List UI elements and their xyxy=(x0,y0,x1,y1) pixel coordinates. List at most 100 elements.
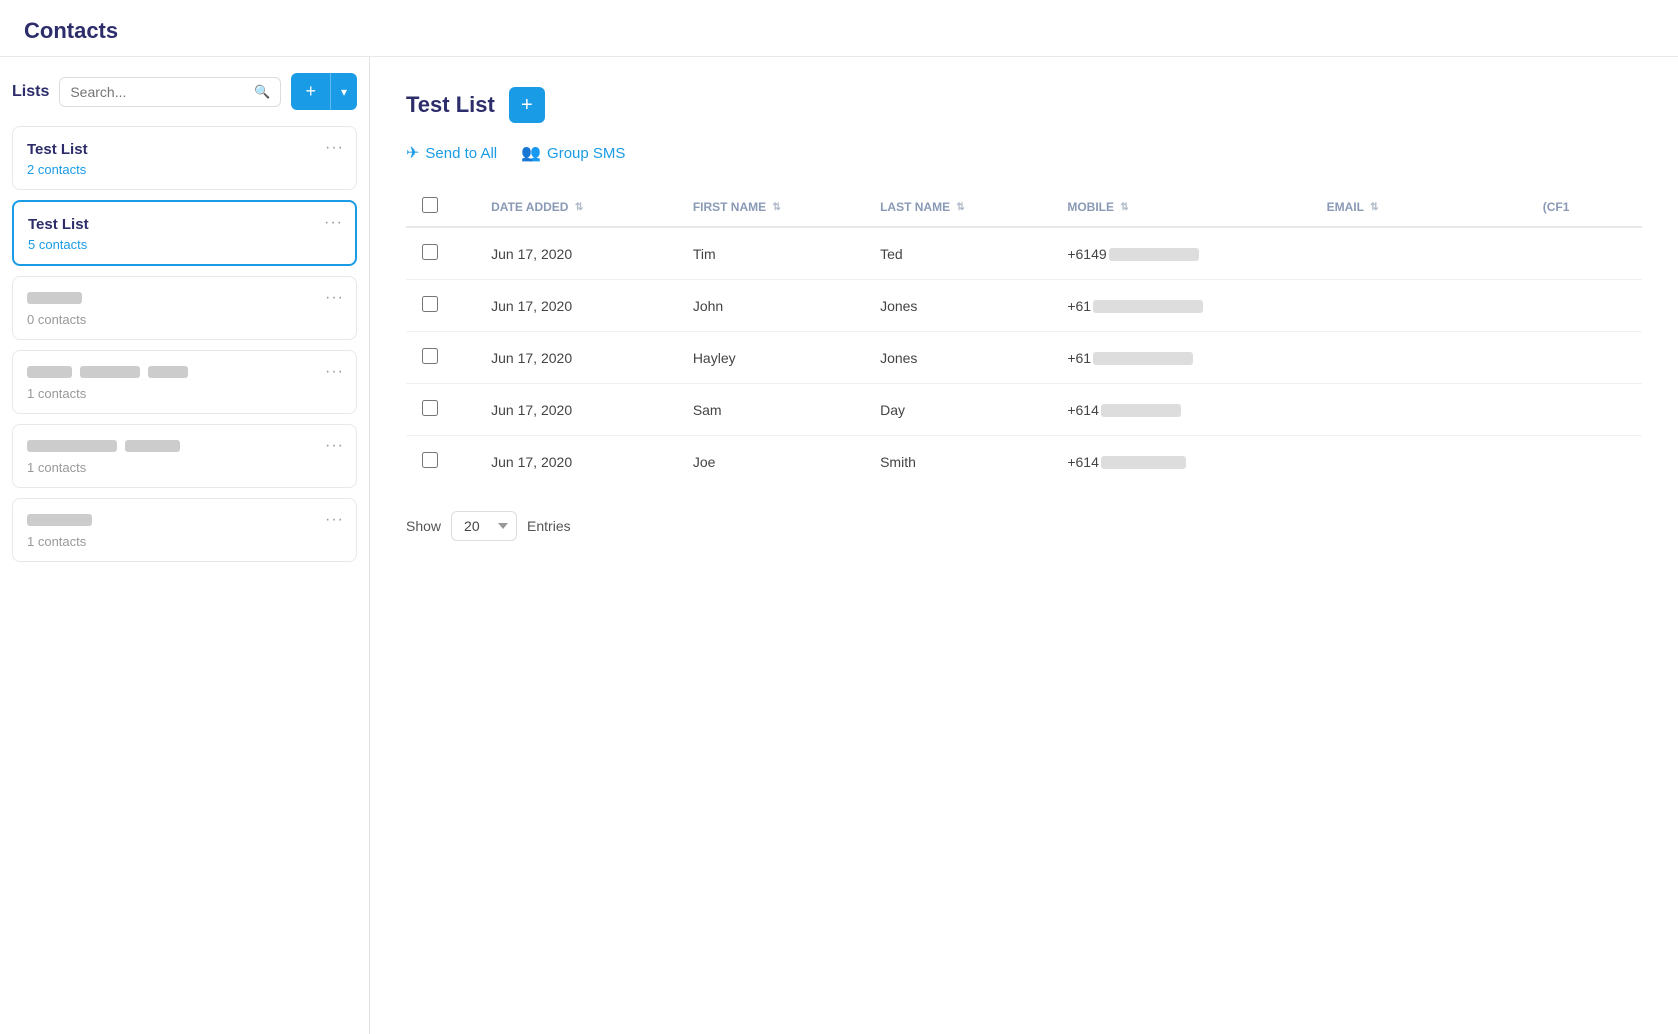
show-bar: Show 10 20 50 100 Entries xyxy=(406,511,1642,541)
sort-arrows-lastname: ⇅ xyxy=(956,202,964,213)
row-checkbox-cell[interactable] xyxy=(406,332,475,384)
add-list-dropdown-button[interactable]: ▾ xyxy=(330,73,357,110)
group-sms-button[interactable]: 👥 Group SMS xyxy=(521,143,625,163)
row-checkbox[interactable] xyxy=(422,452,438,468)
row-checkbox-cell[interactable] xyxy=(406,227,475,280)
list-item[interactable]: ··· 1 contacts xyxy=(12,350,357,414)
list-item-count: 1 contacts xyxy=(27,460,342,475)
row-mobile: +614 xyxy=(1051,384,1310,436)
list-item-count: 1 contacts xyxy=(27,386,342,401)
page-title: Contacts xyxy=(24,18,1654,44)
list-item[interactable]: ··· 1 contacts xyxy=(12,498,357,562)
th-first-name[interactable]: FIRST NAME ⇅ xyxy=(677,187,864,227)
th-first-name-label: FIRST NAME xyxy=(693,200,766,214)
list-item-name xyxy=(27,365,342,382)
row-checkbox-cell[interactable] xyxy=(406,280,475,332)
row-email xyxy=(1311,280,1527,332)
add-btn-group: + ▾ xyxy=(291,73,357,110)
list-item[interactable]: ··· Test List 2 contacts xyxy=(12,126,357,190)
phone-prefix: +6149 xyxy=(1067,246,1106,262)
th-last-name[interactable]: LAST NAME ⇅ xyxy=(864,187,1051,227)
list-item-menu[interactable]: ··· xyxy=(325,437,344,455)
send-to-all-button[interactable]: ✈ Send to All xyxy=(406,143,497,163)
send-to-all-label: Send to All xyxy=(425,145,497,162)
content-title: Test List xyxy=(406,92,495,118)
sidebar: Lists 🔍 + ▾ ··· Test List 2 contacts ···… xyxy=(0,57,370,1034)
row-checkbox[interactable] xyxy=(422,296,438,312)
row-cf1 xyxy=(1527,384,1642,436)
search-box[interactable]: 🔍 xyxy=(59,77,281,107)
th-last-name-label: LAST NAME xyxy=(880,200,950,214)
search-input[interactable] xyxy=(70,84,248,100)
phone-blur xyxy=(1093,352,1193,365)
list-item[interactable]: ··· 0 contacts xyxy=(12,276,357,340)
row-date: Jun 17, 2020 xyxy=(475,227,677,280)
entries-label: Entries xyxy=(527,518,571,534)
list-item-menu[interactable]: ··· xyxy=(325,289,344,307)
sort-arrows-date: ⇅ xyxy=(575,202,583,213)
row-date: Jun 17, 2020 xyxy=(475,384,677,436)
row-mobile: +61 xyxy=(1051,332,1310,384)
row-mobile: +61 xyxy=(1051,280,1310,332)
row-last-name: Day xyxy=(864,384,1051,436)
list-item-name: Test List xyxy=(28,216,341,233)
list-item[interactable]: ··· Test List 5 contacts xyxy=(12,200,357,266)
row-first-name: Joe xyxy=(677,436,864,488)
th-email-label: EMAIL xyxy=(1327,200,1364,214)
th-date-added-label: DATE ADDED xyxy=(491,200,568,214)
row-checkbox[interactable] xyxy=(422,348,438,364)
row-email xyxy=(1311,332,1527,384)
add-list-button[interactable]: + xyxy=(291,73,330,110)
main-layout: Lists 🔍 + ▾ ··· Test List 2 contacts ···… xyxy=(0,57,1678,1034)
list-item-menu[interactable]: ··· xyxy=(325,363,344,381)
select-all-checkbox[interactable] xyxy=(422,197,438,213)
row-checkbox[interactable] xyxy=(422,244,438,260)
list-item-count: 2 contacts xyxy=(27,162,342,177)
sort-arrows-email: ⇅ xyxy=(1370,202,1378,213)
th-select-all[interactable] xyxy=(406,187,475,227)
entries-select[interactable]: 10 20 50 100 xyxy=(451,511,517,541)
row-first-name: Sam xyxy=(677,384,864,436)
phone-blur xyxy=(1101,456,1186,469)
row-cf1 xyxy=(1527,280,1642,332)
search-icon: 🔍 xyxy=(254,84,270,100)
list-item-name xyxy=(27,291,342,308)
row-last-name: Jones xyxy=(864,280,1051,332)
sort-arrows-mobile: ⇅ xyxy=(1120,202,1128,213)
phone-blur xyxy=(1109,248,1199,261)
row-first-name: Hayley xyxy=(677,332,864,384)
row-last-name: Jones xyxy=(864,332,1051,384)
list-item-menu[interactable]: ··· xyxy=(325,139,344,157)
row-checkbox-cell[interactable] xyxy=(406,384,475,436)
row-email xyxy=(1311,227,1527,280)
add-contact-button[interactable]: + xyxy=(509,87,545,123)
action-bar: ✈ Send to All 👥 Group SMS xyxy=(406,143,1642,163)
phone-blur xyxy=(1093,300,1203,313)
th-mobile-label: MOBILE xyxy=(1067,200,1114,214)
phone-prefix: +614 xyxy=(1067,454,1099,470)
row-checkbox[interactable] xyxy=(422,400,438,416)
list-item-name xyxy=(27,513,342,530)
row-checkbox-cell[interactable] xyxy=(406,436,475,488)
sidebar-header: Lists 🔍 + ▾ xyxy=(12,73,357,110)
main-content: Test List + ✈ Send to All 👥 Group SMS xyxy=(370,57,1678,1034)
phone-prefix: +61 xyxy=(1067,350,1091,366)
table-row: Jun 17, 2020 Sam Day +614 xyxy=(406,384,1642,436)
table-header-row: DATE ADDED ⇅ FIRST NAME ⇅ LAST NAME ⇅ xyxy=(406,187,1642,227)
th-cf1: (CF1 xyxy=(1527,187,1642,227)
table-row: Jun 17, 2020 Tim Ted +6149 xyxy=(406,227,1642,280)
row-cf1 xyxy=(1527,227,1642,280)
row-first-name: Tim xyxy=(677,227,864,280)
row-first-name: John xyxy=(677,280,864,332)
table-row: Jun 17, 2020 Joe Smith +614 xyxy=(406,436,1642,488)
th-date-added[interactable]: DATE ADDED ⇅ xyxy=(475,187,677,227)
list-item-menu[interactable]: ··· xyxy=(325,511,344,529)
list-item[interactable]: ··· 1 contacts xyxy=(12,424,357,488)
phone-blur xyxy=(1101,404,1181,417)
list-item-menu[interactable]: ··· xyxy=(324,214,343,232)
table-row: Jun 17, 2020 Hayley Jones +61 xyxy=(406,332,1642,384)
row-mobile: +6149 xyxy=(1051,227,1310,280)
group-icon: 👥 xyxy=(521,143,541,163)
th-email[interactable]: EMAIL ⇅ xyxy=(1311,187,1527,227)
th-mobile[interactable]: MOBILE ⇅ xyxy=(1051,187,1310,227)
